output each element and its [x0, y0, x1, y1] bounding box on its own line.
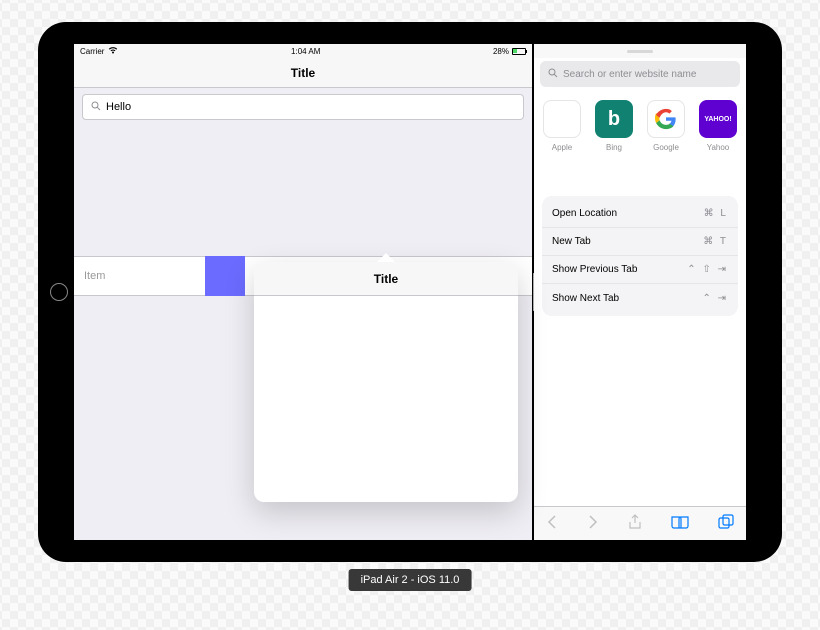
yahoo-icon: YAHOO! — [699, 100, 737, 138]
slide-over-grabber-area — [534, 44, 746, 58]
url-placeholder: Search or enter website name — [563, 69, 696, 80]
favorite-label: Google — [653, 143, 679, 152]
shortcut-next-tab[interactable]: Show Next Tab ⌃ ⇥ — [542, 284, 738, 312]
shortcut-label: Show Previous Tab — [552, 264, 637, 275]
shortcut-new-tab[interactable]: New Tab ⌘ T — [542, 228, 738, 256]
favorite-label: Yahoo — [707, 143, 730, 152]
shortcut-label: Open Location — [552, 208, 617, 219]
grabber-handle[interactable] — [627, 50, 653, 53]
search-container: Hello — [74, 88, 532, 126]
empty-space — [74, 126, 532, 256]
shortcut-label: New Tab — [552, 236, 591, 247]
left-app: Carrier 1:04 AM 28% Title — [74, 44, 532, 540]
shortcut-prev-tab[interactable]: Show Previous Tab ⌃ ⇧ ⇥ — [542, 256, 738, 284]
color-swatch — [205, 256, 245, 296]
favorite-apple[interactable]: Apple — [540, 100, 584, 152]
status-bar: Carrier 1:04 AM 28% — [74, 44, 532, 58]
status-right: 28% — [493, 47, 526, 56]
shortcut-keys: ⌘ T — [703, 236, 728, 247]
device-label: iPad Air 2 - iOS 11.0 — [349, 569, 472, 591]
shortcut-keys: ⌘ L — [704, 208, 728, 219]
url-field[interactable]: Search or enter website name — [540, 61, 740, 87]
nav-bar: Title — [74, 58, 532, 88]
shortcut-keys: ⌃ ⇥ — [702, 293, 728, 304]
clock: 1:04 AM — [291, 47, 320, 56]
search-value: Hello — [106, 101, 131, 113]
search-input[interactable]: Hello — [82, 94, 524, 120]
ipad-frame: Carrier 1:04 AM 28% Title — [38, 22, 782, 562]
bookmarks-icon[interactable] — [671, 515, 689, 533]
google-icon — [647, 100, 685, 138]
item-label-1: Item — [84, 270, 105, 282]
battery-icon — [512, 48, 526, 55]
share-icon[interactable] — [628, 514, 642, 534]
safari-toolbar — [534, 506, 746, 540]
forward-icon[interactable] — [587, 514, 599, 534]
favorite-google[interactable]: Google — [644, 100, 688, 152]
shortcut-open-location[interactable]: Open Location ⌘ L — [542, 200, 738, 228]
popover-title: Title — [254, 262, 518, 296]
back-icon[interactable] — [546, 514, 558, 534]
popover: Title — [254, 262, 518, 502]
bing-icon: b — [595, 100, 633, 138]
favorites-row: Apple b Bing Google YAHOO! Yahoo — [534, 90, 746, 152]
apple-icon — [543, 100, 581, 138]
favorite-yahoo[interactable]: YAHOO! Yahoo — [696, 100, 740, 152]
shortcut-label: Show Next Tab — [552, 293, 619, 304]
wifi-icon — [108, 46, 118, 56]
carrier-label: Carrier — [80, 47, 104, 56]
favorite-label: Bing — [606, 143, 622, 152]
nav-title: Title — [291, 66, 315, 80]
home-button[interactable] — [50, 283, 68, 301]
split-view-divider[interactable] — [532, 44, 534, 540]
search-icon — [548, 68, 558, 81]
favorite-bing[interactable]: b Bing — [592, 100, 636, 152]
tabs-icon[interactable] — [718, 514, 734, 534]
status-left: Carrier — [80, 46, 118, 56]
keyboard-shortcuts-panel: Open Location ⌘ L New Tab ⌘ T Show Previ… — [542, 196, 738, 316]
search-icon — [91, 101, 101, 114]
shortcut-keys: ⌃ ⇧ ⇥ — [687, 264, 728, 275]
ipad-screen: Carrier 1:04 AM 28% Title — [74, 44, 746, 540]
favorite-label: Apple — [552, 143, 572, 152]
battery-percent: 28% — [493, 47, 509, 56]
safari-app: Search or enter website name Apple b Bin… — [534, 44, 746, 540]
